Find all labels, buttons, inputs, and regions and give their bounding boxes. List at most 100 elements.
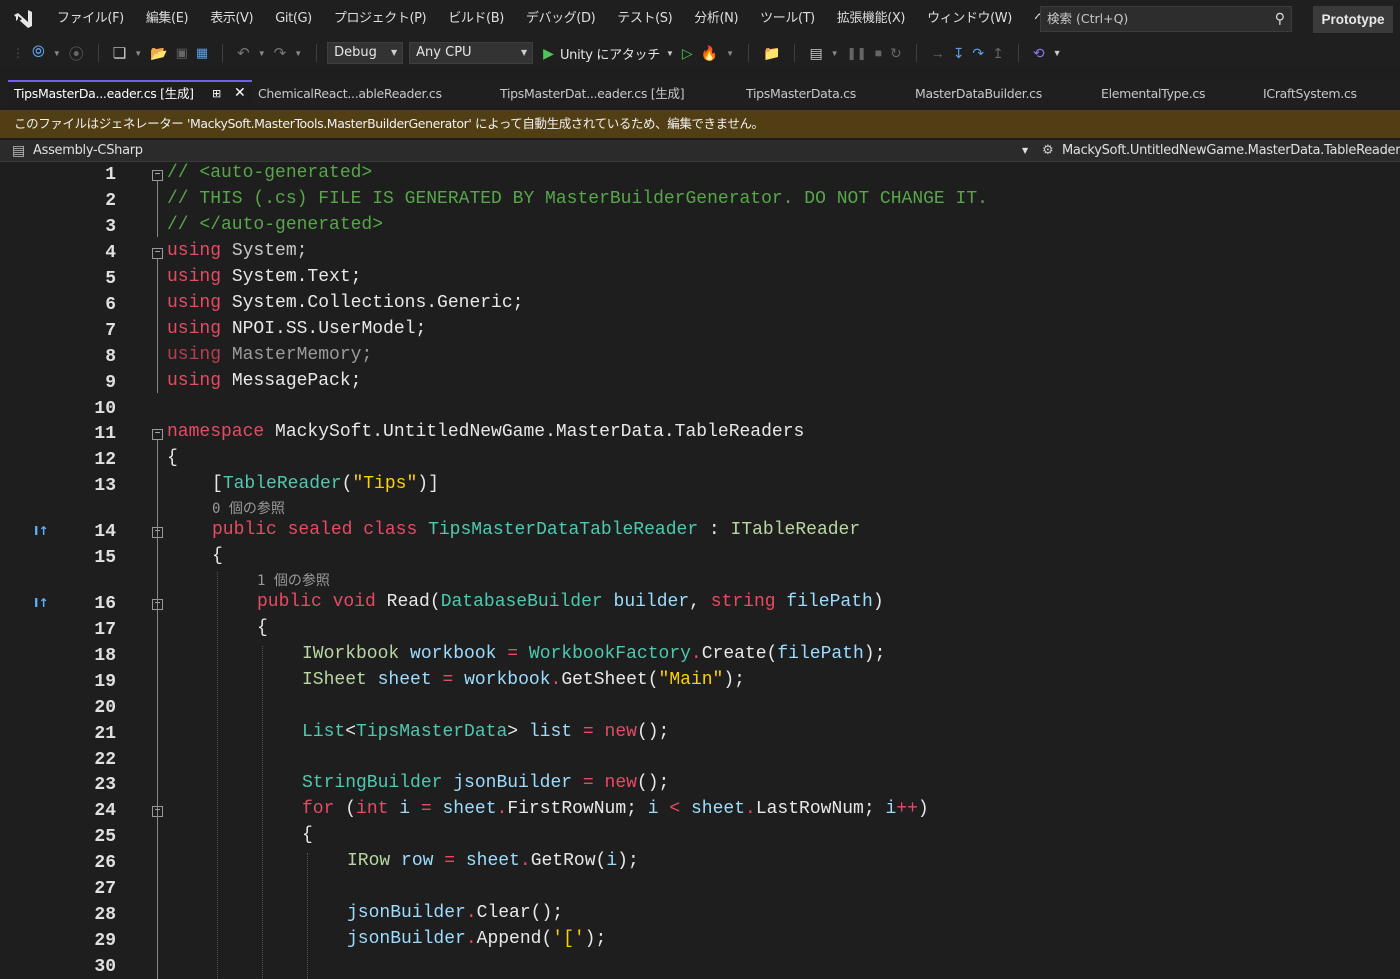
code-line-6: using System.Collections.Generic; xyxy=(167,293,524,313)
code-line-19: ISheet sheet = workbook.GetSheet("Main")… xyxy=(302,670,745,690)
line-number: 19 xyxy=(94,672,116,692)
line-number: 21 xyxy=(94,724,116,744)
code-line-8: using MasterMemory; xyxy=(167,345,373,365)
separator xyxy=(222,44,224,62)
toolbar-overflow-icon[interactable]: ▼ xyxy=(1053,48,1062,58)
start-without-debug-icon[interactable]: ▷ xyxy=(682,45,693,62)
code-line-17: { xyxy=(257,618,268,638)
diagnostics-icon[interactable]: ⟲ xyxy=(1033,45,1045,62)
menu-project[interactable]: プロジェクト(P) xyxy=(323,0,437,38)
tab-masterdatabuilder[interactable]: MasterDataBuilder.cs xyxy=(909,80,1093,107)
browser-link-icon[interactable]: ▤ xyxy=(809,45,822,62)
play-icon: ▶ xyxy=(543,44,554,61)
line-number: 15 xyxy=(94,548,116,568)
line-number: 30 xyxy=(94,957,116,977)
chevron-down-icon[interactable]: ▼ xyxy=(294,49,302,58)
reference-count-codelens[interactable]: 0 個の参照 xyxy=(212,498,285,518)
chevron-down-icon[interactable]: ▼ xyxy=(53,49,61,58)
pin-icon[interactable]: ⊞ xyxy=(212,82,221,105)
visual-studio-logo-icon[interactable] xyxy=(0,0,46,38)
project-dropdown[interactable]: Assembly-CSharp xyxy=(33,140,143,162)
line-number: 29 xyxy=(94,931,116,951)
code-line-9: using MessagePack; xyxy=(167,371,362,391)
step-out-icon[interactable]: ↥ xyxy=(992,45,1004,62)
collapse-region-icon[interactable]: − xyxy=(152,170,163,181)
separator xyxy=(97,44,99,62)
tab-tipsmasterdat-reader-generated-2[interactable]: TipsMasterDat...eader.cs [生成] xyxy=(494,80,738,107)
new-project-icon[interactable]: ❏ xyxy=(113,44,126,62)
code-line-16: public void Read(DatabaseBuilder builder… xyxy=(257,592,884,612)
pause-icon[interactable]: ❚❚ xyxy=(847,46,867,60)
solution-explorer-icon[interactable]: 📁 xyxy=(763,45,780,62)
menu-view[interactable]: 表示(V) xyxy=(199,0,264,38)
redo-icon[interactable]: ↷ xyxy=(274,44,287,62)
hot-reload-icon[interactable]: 🔥 xyxy=(701,45,718,62)
navigate-forward-icon[interactable]: ⦿ xyxy=(69,43,84,64)
separator xyxy=(1017,44,1019,62)
chevron-down-icon[interactable]: ▼ xyxy=(726,49,734,58)
chevron-down-icon: ▼ xyxy=(665,48,674,58)
chevron-down-icon[interactable]: ▼ xyxy=(1022,140,1028,162)
indent-guide xyxy=(307,853,308,979)
menu-analyze[interactable]: 分析(N) xyxy=(683,0,749,38)
menu-tools[interactable]: ツール(T) xyxy=(749,0,826,38)
close-icon[interactable]: ✕ xyxy=(234,82,246,105)
generated-file-infobar: このファイルはジェネレーター 'MackySoft.MasterTools.Ma… xyxy=(0,110,1400,138)
indent-guide xyxy=(262,646,263,979)
undo-icon[interactable]: ↶ xyxy=(237,44,250,62)
start-debug-button[interactable]: ▶ Unity にアタッチ ▼ xyxy=(543,44,674,63)
restart-icon[interactable]: ↻ xyxy=(890,45,902,62)
platform-select[interactable]: Any CPU ▼ xyxy=(409,42,534,64)
chevron-down-icon[interactable]: ▼ xyxy=(258,49,266,58)
open-folder-icon[interactable]: 📂 xyxy=(150,45,167,62)
gutter: 1 2 3 4 5 6 7 8 9 10 11 12 13 14 15 16 1… xyxy=(0,163,163,979)
implements-interface-icon[interactable]: I↑ xyxy=(34,596,49,610)
code-editor[interactable]: 1 2 3 4 5 6 7 8 9 10 11 12 13 14 15 16 1… xyxy=(0,163,1400,979)
line-number: 1 xyxy=(105,165,116,185)
menu-extensions[interactable]: 拡張機能(X) xyxy=(826,0,916,38)
line-number: 9 xyxy=(105,373,116,393)
config-select[interactable]: Debug ▼ xyxy=(327,42,404,64)
profile-button[interactable]: Prototype xyxy=(1313,6,1393,33)
navigate-back-icon[interactable]: ⦾ xyxy=(32,44,45,62)
class-icon: ⚙ xyxy=(1042,143,1054,158)
tab-elementaltype[interactable]: ElementalType.cs xyxy=(1095,80,1255,107)
toolbar: ⋮ ⦾ ▼ ⦿ ❏ ▼ 📂 ▣ ▦ ↶ ▼ ↷ ▼ Debug ▼ Any CP… xyxy=(0,38,1400,68)
separator xyxy=(748,44,749,62)
chevron-down-icon[interactable]: ▼ xyxy=(831,49,839,58)
separator xyxy=(794,44,796,62)
tab-icraftsystem[interactable]: ICraftSystem.cs xyxy=(1257,80,1400,107)
line-number: 7 xyxy=(105,321,116,341)
show-next-statement-icon[interactable]: → xyxy=(931,45,945,61)
menu-edit[interactable]: 編集(E) xyxy=(135,0,199,38)
tab-chemicalreact[interactable]: ChemicalReact...ableReader.cs xyxy=(252,80,492,107)
step-over-icon[interactable]: ↷ xyxy=(972,45,984,62)
menu-build[interactable]: ビルド(B) xyxy=(437,0,515,38)
tab-tipsmasterdata-reader-generated[interactable]: TipsMasterDa...eader.cs [生成] ⊞ ✕ xyxy=(8,80,252,107)
indent-guide xyxy=(217,572,218,979)
chevron-down-icon[interactable]: ▼ xyxy=(134,49,142,58)
menu-file[interactable]: ファイル(F) xyxy=(46,0,135,38)
collapse-region-icon[interactable]: − xyxy=(152,248,163,259)
reference-count-codelens[interactable]: 1 個の参照 xyxy=(257,570,330,590)
project-icon: ▤ xyxy=(12,143,25,159)
save-icon[interactable]: ▣ xyxy=(176,45,188,61)
type-dropdown[interactable]: MackySoft.UntitledNewGame.MasterData.Tab… xyxy=(1062,140,1400,162)
step-into-icon[interactable]: ↧ xyxy=(953,45,965,62)
collapse-region-icon[interactable]: − xyxy=(152,429,163,440)
line-number: 2 xyxy=(105,191,116,211)
tab-tipsmasterdata[interactable]: TipsMasterData.cs xyxy=(740,80,907,107)
code-line-26: IRow row = sheet.GetRow(i); xyxy=(347,851,639,871)
search-input[interactable]: 検索 (Ctrl+Q) ⚲ xyxy=(1040,6,1292,32)
line-number: 28 xyxy=(94,905,116,925)
line-number: 10 xyxy=(94,399,116,419)
chevron-down-icon: ▼ xyxy=(521,48,528,57)
save-all-icon[interactable]: ▦ xyxy=(196,45,208,61)
menu-debug[interactable]: デバッグ(D) xyxy=(515,0,606,38)
implements-interface-icon[interactable]: I↑ xyxy=(34,524,49,538)
menu-window[interactable]: ウィンドウ(W) xyxy=(916,0,1023,38)
stop-icon[interactable]: ■ xyxy=(875,46,882,60)
menu-git[interactable]: Git(G) xyxy=(264,0,323,38)
menu-test[interactable]: テスト(S) xyxy=(606,0,683,38)
code-line-14: public sealed class TipsMasterDataTableR… xyxy=(212,520,861,540)
